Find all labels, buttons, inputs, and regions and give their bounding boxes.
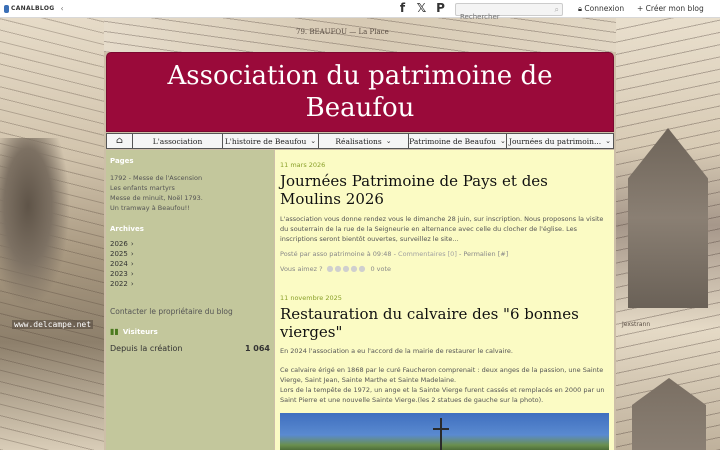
postcard-building [628, 128, 708, 308]
background-postcard-right [616, 18, 720, 450]
archive-year[interactable]: 2022 › [110, 279, 274, 289]
nav-label: Réalisations [335, 136, 382, 146]
chevron-down-icon: ⌄ [385, 137, 392, 145]
nav-journees[interactable]: Journées du patrimoin... ⌄ [507, 134, 613, 148]
post-title[interactable]: Journées Patrimoine de Pays et des Mouli… [280, 172, 605, 208]
archive-year[interactable]: 2023 › [110, 269, 274, 279]
create-blog-link[interactable]: + Créer mon blog [637, 4, 704, 13]
search-box: ⌕ [455, 3, 563, 23]
archive-year[interactable]: 2026 › [110, 239, 274, 249]
post-date: 11 mars 2026 [280, 161, 326, 169]
chevron-down-icon: ⌄ [310, 137, 317, 145]
postcard-caption: 79. BEAUFOU — La Place [296, 28, 389, 36]
post-excerpt: L'association vous donne rendez vous le … [280, 215, 604, 243]
nav-realisations[interactable]: Réalisations ⌄ [319, 134, 409, 148]
vote-label: Vous aimez ? [280, 264, 323, 273]
permalink-link[interactable]: Permalien [#] [463, 250, 508, 258]
x-twitter-icon[interactable]: 𝕏 [415, 2, 428, 15]
canalblog-topbar: CANALBLOG ‹ f 𝕏 P ⌕ 🔒︎ Connexion + Créer… [0, 0, 720, 23]
bar-chart-icon: ▮▮ [110, 327, 119, 336]
post-paragraph: Lors de la tempête de 1972, un ange et l… [280, 386, 605, 404]
post-date: 11 novembre 2025 [280, 294, 342, 302]
post-paragraph: En 2024 l'association a eu l'accord de l… [280, 347, 513, 355]
nav-association[interactable]: L'association [133, 134, 223, 148]
search-icon[interactable]: ⌕ [555, 5, 559, 15]
pages-heading: Pages [110, 157, 134, 165]
nav-histoire[interactable]: L'histoire de Beaufou ⌄ [223, 134, 319, 148]
chevron-right-icon: › [130, 250, 134, 258]
chevron-down-icon: ⌄ [605, 137, 612, 145]
postcard-credit-right: Jexstrann [622, 321, 651, 328]
post-paragraph: Ce calvaire érigé en 1868 par le curé Fa… [280, 366, 604, 384]
postcard-building-lower [632, 378, 706, 450]
nav-home[interactable]: ⌂ [107, 134, 133, 148]
visitors-count: 1 064 [244, 344, 270, 353]
lock-icon: 🔒︎ [578, 4, 582, 13]
postcard-tree [0, 138, 70, 308]
chevron-right-icon: › [130, 270, 134, 278]
home-icon: ⌂ [116, 136, 123, 146]
nav-patrimoine[interactable]: Patrimoine de Beaufou ⌄ [409, 134, 507, 148]
collapse-arrow-icon[interactable]: ‹ [60, 4, 63, 13]
page-link[interactable]: 1792 - Messe de l'Ascension [110, 173, 274, 183]
cross-icon [433, 418, 449, 450]
login-link[interactable]: 🔒︎ Connexion [578, 4, 624, 14]
sidebar: Pages 1792 - Messe de l'Ascension Les en… [106, 150, 274, 450]
blog-title[interactable]: Association du patrimoine de Beaufou [140, 60, 580, 124]
page-link[interactable]: Messe de minuit, Noël 1793. [110, 193, 274, 203]
comments-link[interactable]: Commentaires [0] [398, 250, 457, 258]
canalblog-logo[interactable]: CANALBLOG ‹ [4, 4, 64, 13]
nav-label: Journées du patrimoin... [508, 136, 602, 146]
nav-label: Patrimoine de Beaufou [409, 136, 496, 146]
chevron-right-icon: › [130, 280, 134, 288]
main-content: 11 mars 2026 Journées Patrimoine de Pays… [275, 150, 614, 450]
post-meta: Posté par asso patrimoine à 09:48 - Comm… [280, 250, 509, 258]
visitors-heading: ▮▮ Visiteurs [110, 327, 274, 336]
vote-count: 0 vote [370, 264, 392, 273]
archive-year[interactable]: 2024 › [110, 259, 274, 269]
visitors-row: Depuis la création 1 064 [110, 344, 270, 353]
nav-label: L'histoire de Beaufou [224, 136, 307, 146]
login-label: Connexion [584, 4, 625, 13]
archives-heading: Archives [110, 225, 144, 233]
archives-list: 2026 › 2025 › 2024 › 2023 › 2022 › [106, 239, 274, 289]
postcard-credit-left: www.delcampe.net [12, 320, 94, 329]
facebook-icon[interactable]: f [396, 2, 409, 15]
pinterest-icon[interactable]: P [434, 2, 447, 15]
pages-list: 1792 - Messe de l'Ascension Les enfants … [106, 173, 274, 213]
chevron-right-icon: › [130, 260, 134, 268]
canalblog-logo-icon [4, 4, 9, 13]
post-title[interactable]: Restauration du calvaire des "6 bonnes v… [280, 305, 605, 341]
visitors-title: Visiteurs [122, 327, 158, 336]
canalblog-brand: CANALBLOG [11, 5, 55, 12]
visitors-label: Depuis la création [110, 344, 183, 353]
contact-owner-link[interactable]: Contacter le propriétaire du blog [110, 307, 274, 316]
archive-year[interactable]: 2025 › [110, 249, 274, 259]
background-postcard-left [0, 18, 104, 450]
post-author: Posté par asso patrimoine à 09:48 [280, 250, 392, 258]
search-input[interactable] [456, 11, 548, 23]
social-links: f 𝕏 P [396, 2, 447, 15]
main-nav: ⌂ L'association L'histoire de Beaufou ⌄ … [106, 133, 614, 149]
blog-header: Association du patrimoine de Beaufou [106, 52, 614, 132]
page-link[interactable]: Un tramway à Beaufou!! [110, 203, 274, 213]
vote-row: Vous aimez ? ●●●●● 0 vote [280, 264, 614, 273]
star-rating-icon[interactable]: ●●●●● [327, 264, 367, 273]
page-link[interactable]: Les enfants martyrs [110, 183, 274, 193]
chevron-right-icon: › [130, 240, 134, 248]
nav-label: L'association [152, 136, 203, 146]
chevron-down-icon: ⌄ [499, 137, 506, 145]
